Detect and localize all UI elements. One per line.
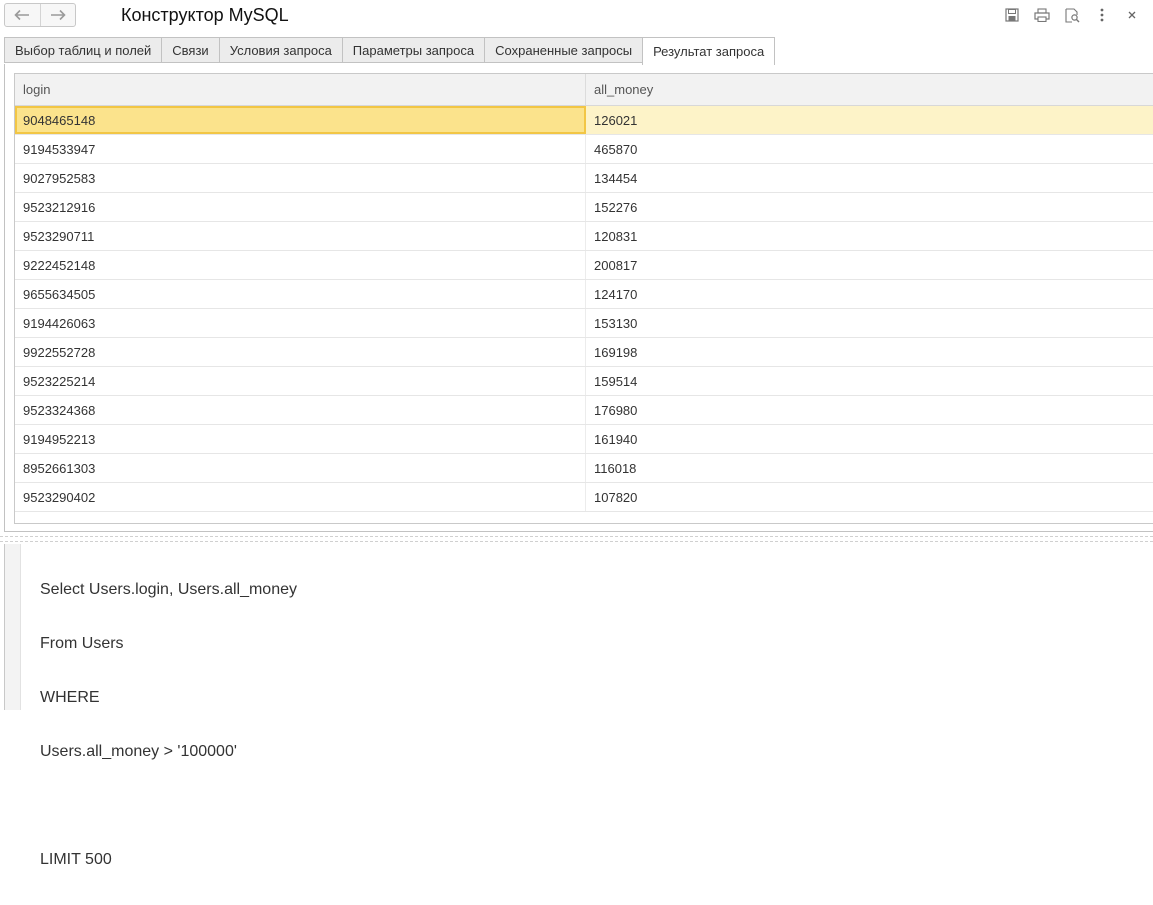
cell-login[interactable]: 9523225214	[15, 367, 586, 395]
table-row[interactable]: 8952661303 116018	[15, 454, 1153, 483]
tab-parameters[interactable]: Параметры запроса	[341, 37, 485, 63]
cell-all-money[interactable]: 134454	[586, 164, 1153, 192]
cell-all-money[interactable]: 124170	[586, 280, 1153, 308]
cell-login[interactable]: 9048465148	[15, 106, 586, 134]
print-icon	[1034, 8, 1050, 22]
code-line: Users.all_money > '100000'	[40, 743, 237, 760]
cell-login[interactable]: 9222452148	[15, 251, 586, 279]
preview-button[interactable]	[1057, 5, 1087, 25]
more-button[interactable]	[1087, 5, 1117, 25]
cell-all-money[interactable]: 161940	[586, 425, 1153, 453]
column-header-login[interactable]: login	[15, 74, 586, 105]
cell-all-money[interactable]: 152276	[586, 193, 1153, 221]
cell-all-money[interactable]: 126021	[586, 106, 1153, 134]
cell-all-money[interactable]: 107820	[586, 483, 1153, 511]
code-line: LIMIT 500	[40, 851, 112, 868]
code-line: WHERE	[40, 689, 100, 706]
cell-login[interactable]: 8952661303	[15, 454, 586, 482]
cell-all-money[interactable]: 200817	[586, 251, 1153, 279]
cell-all-money[interactable]: 120831	[586, 222, 1153, 250]
close-icon	[1128, 11, 1136, 19]
editor-gutter	[5, 544, 21, 710]
table-row[interactable]: 9194426063 153130	[15, 309, 1153, 338]
cell-login[interactable]: 9655634505	[15, 280, 586, 308]
code-line: Select Users.login, Users.all_money	[40, 581, 297, 598]
table-row[interactable]: 9922552728 169198	[15, 338, 1153, 367]
result-grid[interactable]: login all_money 9048465148 126021 91945339…	[14, 73, 1153, 524]
table-row[interactable]: 9027952583 134454	[15, 164, 1153, 193]
table-row[interactable]: 9523225214 159514	[15, 367, 1153, 396]
column-header-all-money[interactable]: all_money	[586, 74, 1153, 105]
code-line: ​	[40, 797, 297, 815]
tab-saved-queries[interactable]: Сохраненные запросы	[484, 37, 643, 63]
cell-login[interactable]: 9194952213	[15, 425, 586, 453]
grid-header: login all_money	[15, 74, 1153, 106]
table-row[interactable]: 9523290711 120831	[15, 222, 1153, 251]
window-title: Конструктор MySQL	[121, 5, 289, 25]
cell-all-money[interactable]: 465870	[586, 135, 1153, 163]
cell-login[interactable]: 9523324368	[15, 396, 586, 424]
cell-all-money[interactable]: 169198	[586, 338, 1153, 366]
table-row[interactable]: 9222452148 200817	[15, 251, 1153, 280]
cell-login[interactable]: 9027952583	[15, 164, 586, 192]
table-row[interactable]: 9523290402 107820	[15, 483, 1153, 512]
tab-query-result[interactable]: Результат запроса	[642, 37, 776, 65]
tab-links[interactable]: Связи	[161, 37, 219, 63]
query-text[interactable]: Select Users.login, Users.all_money From…	[40, 545, 297, 905]
code-line: From Users	[40, 635, 124, 652]
tab-conditions[interactable]: Условия запроса	[218, 37, 342, 63]
cell-all-money[interactable]: 159514	[586, 367, 1153, 395]
navigation-buttons	[4, 3, 76, 27]
title-bar: Конструктор MySQL	[0, 0, 1153, 34]
window-toolbar	[997, 5, 1147, 25]
table-row[interactable]: 9523212916 152276	[15, 193, 1153, 222]
arrow-left-icon	[14, 9, 30, 21]
table-row[interactable]: 9194952213 161940	[15, 425, 1153, 454]
cell-all-money[interactable]: 153130	[586, 309, 1153, 337]
cell-login[interactable]: 9523212916	[15, 193, 586, 221]
forward-button[interactable]	[39, 4, 76, 26]
query-editor[interactable]: Select Users.login, Users.all_money From…	[4, 544, 1153, 868]
back-button[interactable]	[5, 4, 40, 26]
more-icon	[1100, 8, 1104, 22]
close-button[interactable]	[1117, 5, 1147, 25]
save-icon	[1005, 8, 1019, 22]
grid-body: 9048465148 126021 9194533947 465870 90279525…	[15, 106, 1153, 512]
cell-login[interactable]: 9194533947	[15, 135, 586, 163]
cell-all-money[interactable]: 116018	[586, 454, 1153, 482]
table-row[interactable]: 9523324368 176980	[15, 396, 1153, 425]
arrow-right-icon	[50, 9, 66, 21]
cell-login[interactable]: 9194426063	[15, 309, 586, 337]
cell-login[interactable]: 9922552728	[15, 338, 586, 366]
table-row[interactable]: 9655634505 124170	[15, 280, 1153, 309]
splitter[interactable]	[0, 536, 1153, 542]
preview-icon	[1065, 7, 1080, 23]
print-button[interactable]	[1027, 5, 1057, 25]
cell-login[interactable]: 9523290711	[15, 222, 586, 250]
table-row[interactable]: 9048465148 126021	[15, 106, 1153, 135]
cell-login[interactable]: 9523290402	[15, 483, 586, 511]
cell-all-money[interactable]: 176980	[586, 396, 1153, 424]
tab-bar: Выбор таблиц и полей Связи Условия запро…	[4, 37, 776, 65]
tab-tables-fields[interactable]: Выбор таблиц и полей	[4, 37, 162, 63]
save-button[interactable]	[997, 5, 1027, 25]
table-row[interactable]: 9194533947 465870	[15, 135, 1153, 164]
